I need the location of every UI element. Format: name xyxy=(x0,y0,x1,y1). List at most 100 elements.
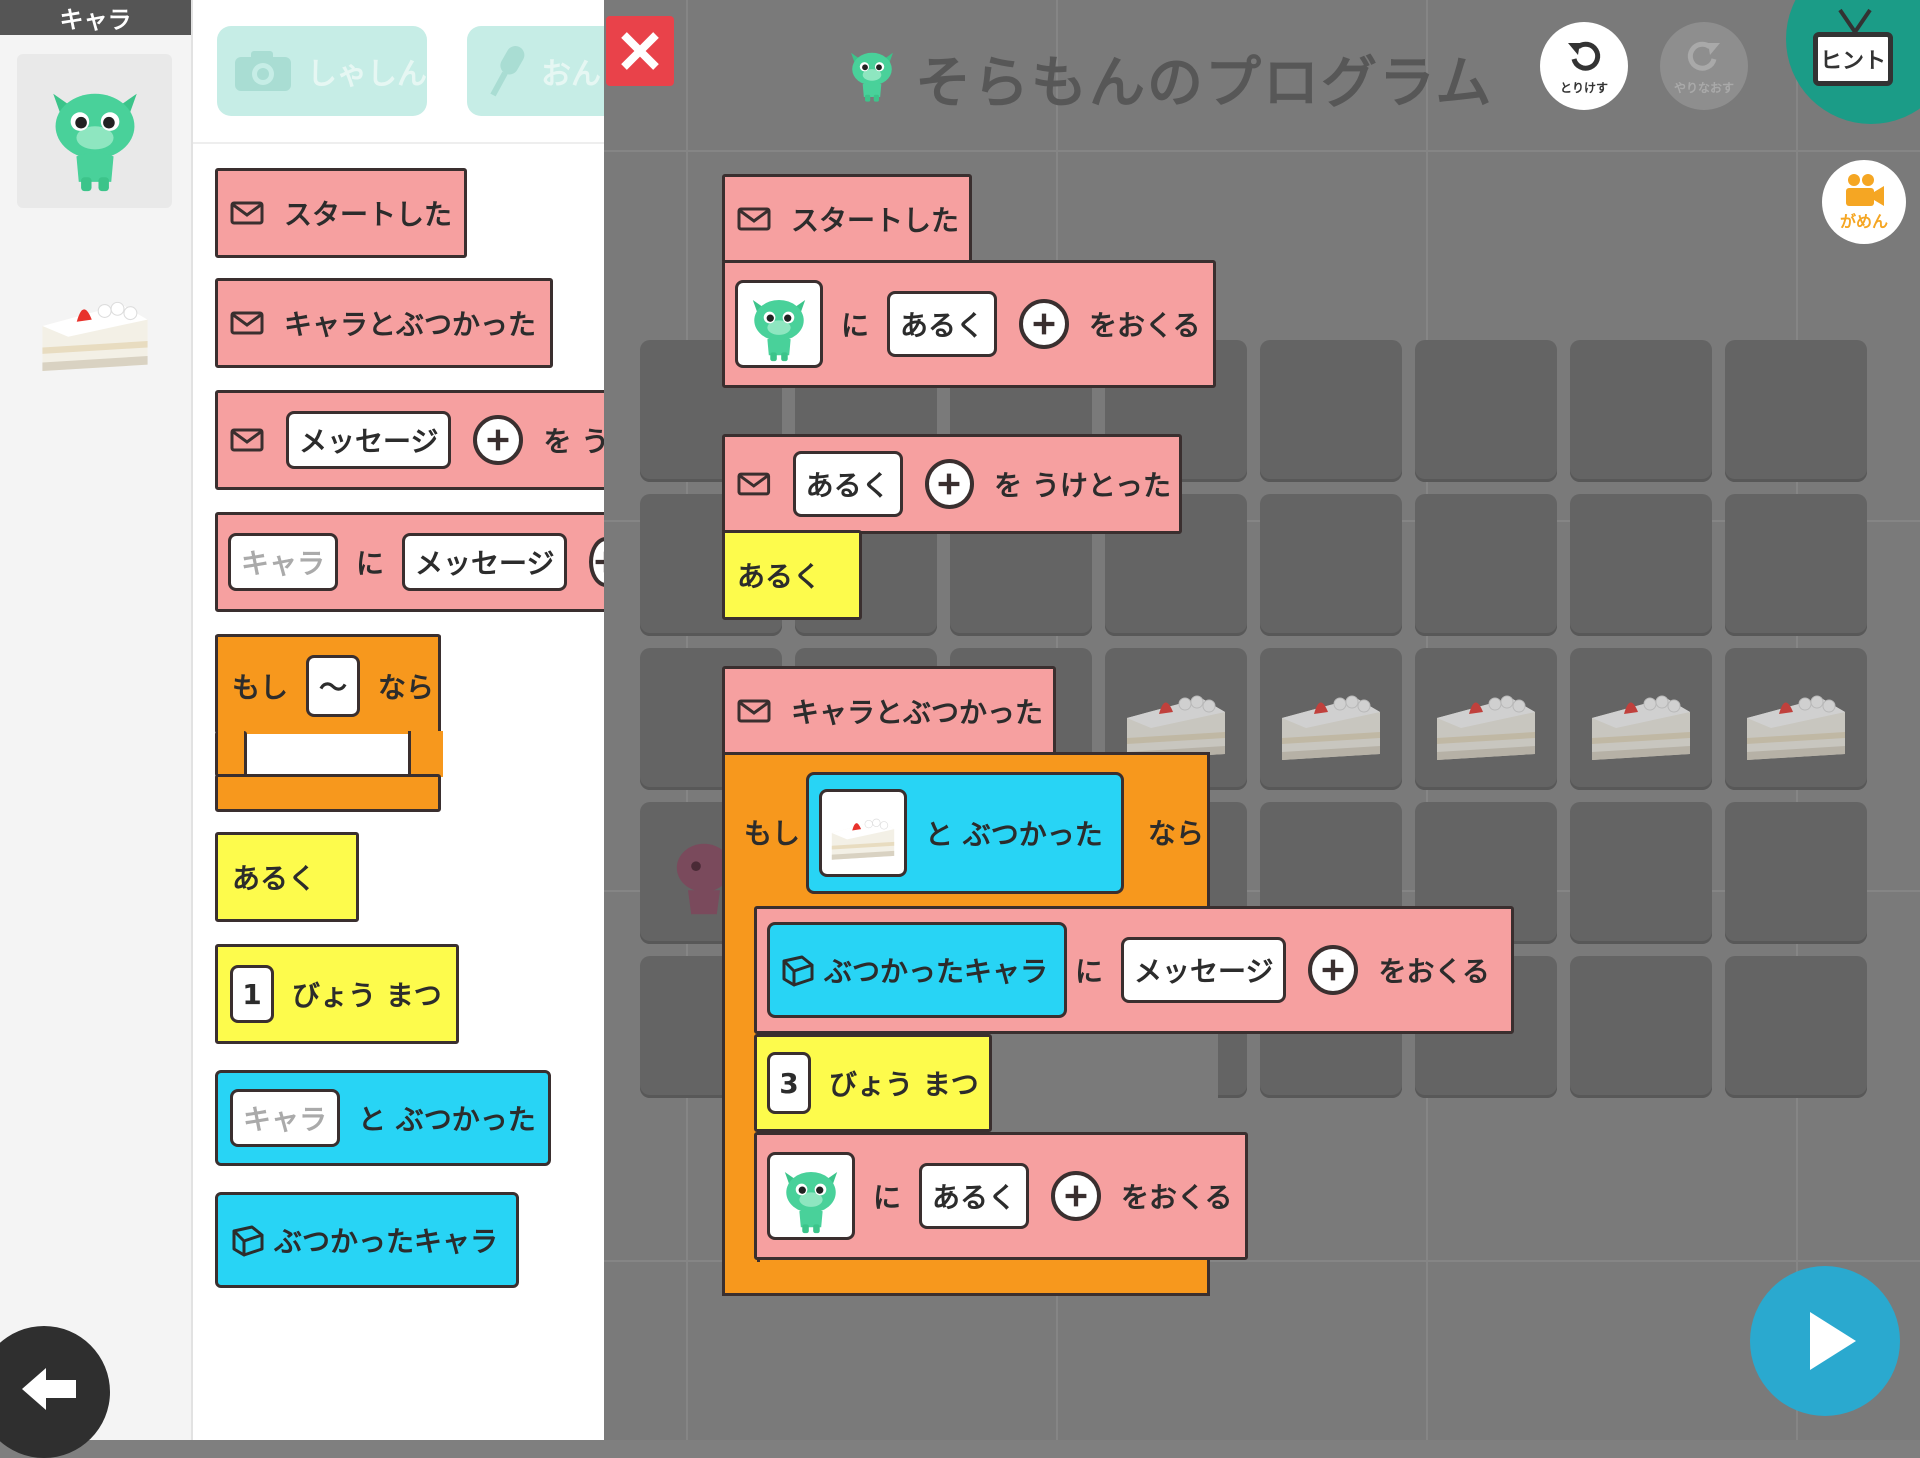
add-message-button[interactable] xyxy=(1019,299,1070,349)
stage-tile xyxy=(1260,494,1402,636)
block-label: に xyxy=(1075,955,1104,988)
redo-icon xyxy=(1687,41,1720,71)
block-label: びょう まつ xyxy=(829,1068,979,1101)
target-slot[interactable]: キャラ xyxy=(230,1089,341,1147)
block-label: びょう まつ xyxy=(292,979,442,1012)
program-block-walk[interactable]: あるく xyxy=(722,530,862,620)
message-slot[interactable]: あるく xyxy=(919,1163,1030,1229)
screen-label: がめん xyxy=(1839,212,1888,231)
soramon-icon xyxy=(742,284,816,364)
palette-block-if[interactable]: もし ～ なら xyxy=(215,634,441,734)
stage-tile xyxy=(1725,802,1867,944)
plus-icon xyxy=(1320,957,1346,983)
message-slot[interactable]: あるく xyxy=(887,291,998,357)
cube-icon xyxy=(780,953,816,987)
play-icon xyxy=(1810,1312,1856,1370)
target-character-slot[interactable] xyxy=(735,280,823,368)
plus-icon xyxy=(1031,311,1057,337)
palette-block-wait[interactable]: 1 びょう まつ xyxy=(215,944,459,1044)
if-block-bottom xyxy=(722,1260,1210,1296)
undo-button[interactable]: とりけす xyxy=(1540,22,1628,110)
block-palette[interactable]: しゃしん おん スタートした キャラとぶつかった メッセージ を う キャラ に… xyxy=(193,0,604,1440)
add-message-button[interactable] xyxy=(924,459,975,509)
redo-label: やりなおす xyxy=(1673,80,1734,95)
back-button[interactable] xyxy=(0,1326,110,1458)
close-icon xyxy=(621,32,659,70)
program-block-receive-walk[interactable]: あるく を うけとった xyxy=(722,434,1182,534)
stage-tile xyxy=(1570,648,1712,790)
add-message-button[interactable] xyxy=(473,415,524,465)
palette-block-touching[interactable]: キャラ と ぶつかった xyxy=(215,1070,551,1166)
message-slot[interactable]: あるく xyxy=(792,451,903,517)
palette-block-hit-character[interactable]: ぶつかったキャラ xyxy=(215,1192,519,1288)
program-block-start[interactable]: スタートした xyxy=(722,174,972,264)
cake-icon xyxy=(1431,668,1541,768)
character-cake[interactable] xyxy=(36,272,154,380)
program-block-send-walk-2[interactable]: に あるく をおくる xyxy=(754,1132,1248,1260)
message-slot[interactable]: メッセージ xyxy=(402,533,568,591)
target-cake-slot[interactable] xyxy=(819,789,907,877)
envelope-icon xyxy=(230,311,264,335)
program-block-wait[interactable]: 3 びょう まつ xyxy=(754,1034,992,1132)
plus-icon xyxy=(485,427,511,453)
stage-tile xyxy=(1725,956,1867,1098)
message-slot[interactable]: メッセージ xyxy=(286,411,452,469)
if-block-bottom xyxy=(215,774,441,812)
add-message-button[interactable] xyxy=(1051,1171,1102,1221)
redo-button[interactable]: やりなおす xyxy=(1660,22,1748,110)
block-label: なら xyxy=(378,670,435,704)
photo-button[interactable]: しゃしん xyxy=(217,26,427,116)
program-block-touching-cake[interactable]: と ぶつかった xyxy=(806,772,1124,894)
block-label: あるく xyxy=(232,862,317,895)
program-block-collided[interactable]: キャラとぶつかった xyxy=(722,666,1056,756)
stage-tile xyxy=(1260,648,1402,790)
program-block-send-message[interactable]: ぶつかったキャラ に メッセージ をおくる xyxy=(754,906,1514,1034)
target-character-slot[interactable] xyxy=(767,1152,855,1240)
stage-tile xyxy=(1260,340,1402,482)
stage-tile xyxy=(1570,494,1712,636)
palette-block-receive-message[interactable]: メッセージ を う xyxy=(215,390,604,490)
target-slot[interactable]: キャラ xyxy=(228,533,339,591)
character-selected-soramon[interactable] xyxy=(17,54,172,208)
plus-icon xyxy=(936,471,962,497)
palette-block-send-message[interactable]: キャラ に メッセージ xyxy=(215,512,604,612)
sound-button-label: おん xyxy=(541,57,601,92)
block-label: あるく xyxy=(737,560,822,593)
stage-tile xyxy=(1570,802,1712,944)
envelope-icon xyxy=(230,428,264,452)
stage-tile xyxy=(1415,340,1557,482)
palette-block-collided[interactable]: キャラとぶつかった xyxy=(215,278,553,368)
block-label: キャラとぶつかった xyxy=(791,696,1044,729)
page-title: そらもんのプログラム xyxy=(915,51,1494,116)
program-block-send-walk[interactable]: に あるく をおくる xyxy=(722,260,1216,388)
stage-tile xyxy=(1725,648,1867,790)
seconds-slot[interactable]: 3 xyxy=(767,1052,811,1114)
close-button[interactable] xyxy=(606,16,674,86)
block-label: スタートした xyxy=(791,204,960,237)
palette-block-walk[interactable]: あるく xyxy=(215,832,359,922)
if-nara-label: なら xyxy=(1148,817,1205,850)
grid-line xyxy=(604,150,1920,152)
message-slot[interactable]: メッセージ xyxy=(1121,937,1287,1003)
cake-icon xyxy=(36,272,154,380)
add-message-button[interactable] xyxy=(1308,945,1359,995)
block-label: をおくる xyxy=(1121,1181,1233,1214)
block-label: ぶつかったキャラ xyxy=(274,1225,499,1258)
stage-tile xyxy=(1570,340,1712,482)
sound-button[interactable]: おん xyxy=(467,26,604,116)
hit-character-reporter[interactable]: ぶつかったキャラ xyxy=(767,922,1067,1018)
tv-antenna-icon xyxy=(1838,8,1872,34)
seconds-slot[interactable]: 1 xyxy=(230,965,274,1023)
stage-tile xyxy=(1725,494,1867,636)
block-label: と ぶつかった xyxy=(925,818,1103,851)
block-label: もし xyxy=(232,670,289,704)
palette-block-start[interactable]: スタートした xyxy=(215,168,467,258)
play-button[interactable] xyxy=(1750,1266,1900,1416)
condition-slot[interactable]: ～ xyxy=(306,654,361,717)
screen-button[interactable]: がめん xyxy=(1822,160,1906,244)
block-label: を う xyxy=(543,425,604,458)
soramon-icon xyxy=(37,68,153,196)
add-message-button[interactable] xyxy=(589,537,604,587)
stage-tile xyxy=(1725,340,1867,482)
envelope-icon xyxy=(737,472,771,496)
